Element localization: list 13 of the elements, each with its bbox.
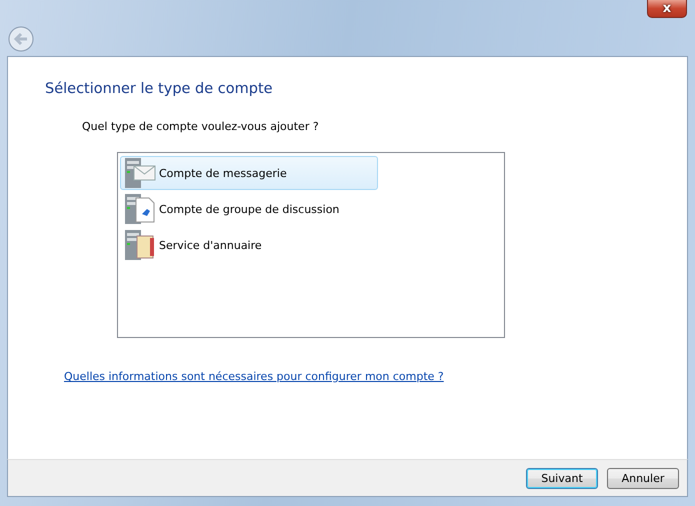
close-button[interactable]: x — [647, 0, 687, 18]
account-type-item[interactable]: Compte de groupe de discussion — [120, 192, 378, 226]
server-icon — [123, 228, 157, 262]
help-link[interactable]: Quelles informations sont nécessaires pour configurer mon compte ? — [64, 370, 444, 383]
account-type-item[interactable]: Compte de messagerie — [120, 156, 378, 190]
server-icon — [123, 192, 157, 226]
page-title: Sélectionner le type de compte — [45, 81, 274, 97]
question-text: Quel type de compte voulez-vous ajouter ? — [82, 120, 320, 133]
next-button[interactable]: Suivant — [526, 468, 598, 488]
server-icon — [123, 156, 157, 190]
cancel-button[interactable]: Annuler — [607, 468, 679, 488]
account-type-item[interactable]: Service d'annuaire — [120, 228, 378, 262]
back-icon[interactable] — [8, 26, 34, 52]
